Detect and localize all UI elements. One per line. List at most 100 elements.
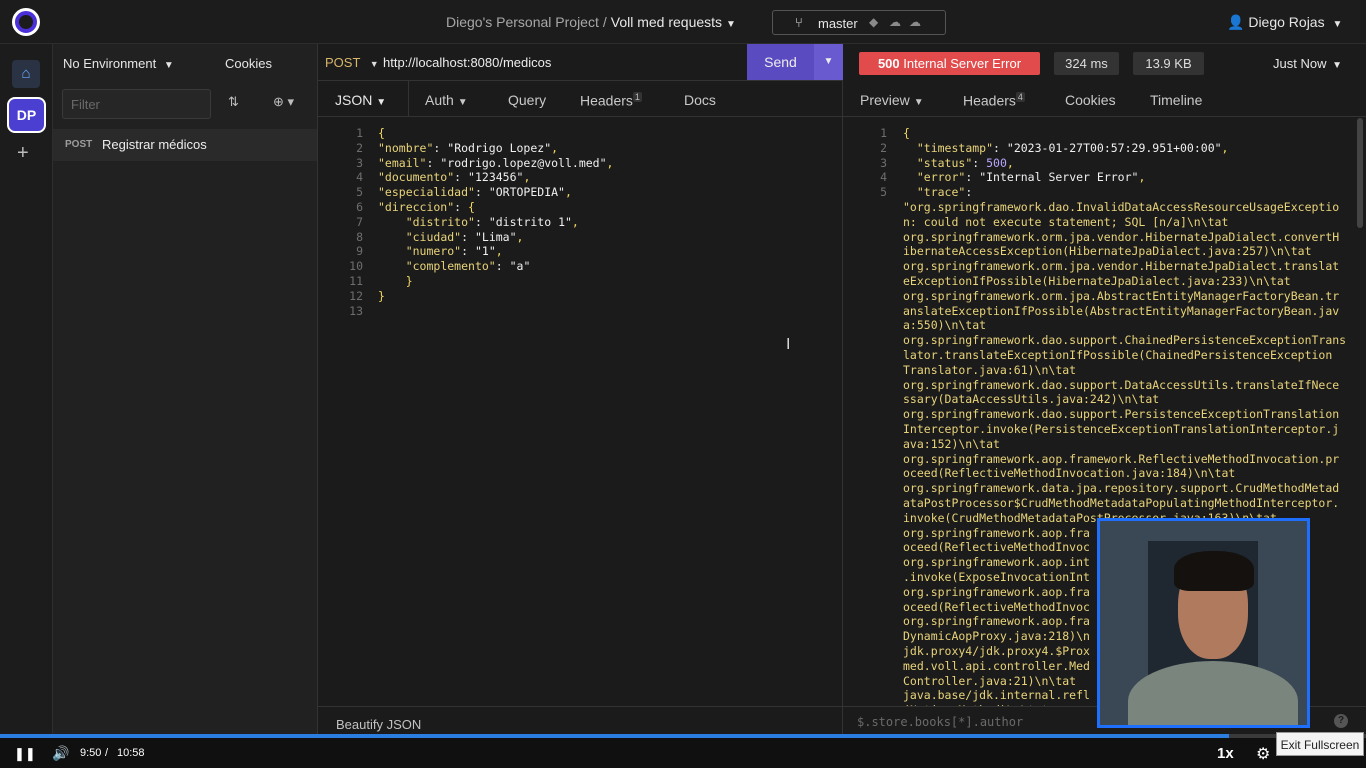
request-pane: POST ▼ http://localhost:8080/medicos Sen… (318, 44, 843, 734)
tab-headers[interactable]: Headers 1 (580, 92, 642, 109)
request-list-item[interactable]: POST Registrar médicos (53, 129, 317, 161)
request-body-editor[interactable]: 1 {2 "nombre": "Rodrigo Lopez", 3 "email": "… (318, 122, 843, 702)
code-line: { (903, 126, 910, 140)
code-line: "status": 500, (916, 155, 1014, 170)
cloud-push-icon[interactable]: ☁ (909, 15, 921, 29)
gear-icon[interactable]: ⚙ (1256, 744, 1270, 764)
user-menu[interactable]: 👤 Diego Rojas ▼ (1227, 14, 1342, 31)
code-line: org.springframework.aop.fra (903, 584, 1090, 599)
code-line: org.springframework.aop.framework.Reflec… (903, 451, 1340, 466)
tab-json[interactable]: JSON ▼ (335, 92, 386, 108)
line-number: 10 (349, 259, 363, 274)
home-icon[interactable]: ⌂ (12, 60, 40, 88)
line-number: 9 (356, 244, 363, 259)
code-line: ava:152)\n\tat (903, 436, 1000, 451)
chevron-down-icon[interactable]: ▼ (726, 19, 736, 30)
environment-label: No Environment (63, 56, 157, 71)
code-line: Controller.java:21)\n\tat (903, 673, 1077, 688)
send-button[interactable]: Send (747, 44, 814, 80)
response-headers-count-badge: 4 (1015, 92, 1025, 102)
code-line: "especialidad": "ORTOPEDIA", (378, 185, 572, 200)
tab-cookies[interactable]: Cookies (1065, 92, 1116, 108)
code-line: "org.springframework.dao.InvalidDataAcce… (903, 200, 1340, 214)
url-input[interactable]: http://localhost:8080/medicos (383, 55, 551, 70)
text-cursor-icon: I (786, 336, 791, 353)
tab-docs[interactable]: Docs (684, 92, 716, 108)
tab-timeline[interactable]: Timeline (1150, 92, 1202, 108)
help-icon[interactable]: ? (1334, 714, 1348, 728)
add-request-icon[interactable]: ⊕ ▾ (273, 94, 294, 110)
add-icon[interactable]: + (17, 142, 29, 165)
code-line: "numero": "1", (405, 244, 503, 259)
code-line: oceed(ReflectiveMethodInvocation.java:18… (903, 466, 1236, 481)
breadcrumb-collection[interactable]: Voll med requests (611, 14, 722, 30)
tab-response-headers[interactable]: Headers 4 (963, 92, 1025, 109)
code-line: org.springframework.orm.jpa.AbstractEnti… (903, 288, 1340, 303)
code-line: "complemento": "a" (405, 259, 531, 274)
line-number: 13 (349, 303, 363, 318)
code-line: "direccion": { (378, 200, 475, 214)
line-number: 1 (880, 126, 887, 140)
request-method: POST (65, 139, 93, 150)
line-number: 6 (356, 200, 363, 214)
code-line: "ciudad": "Lima", (405, 229, 524, 244)
breadcrumb-project[interactable]: Diego's Personal Project (446, 14, 599, 30)
code-line: "documento": "123456", (378, 170, 531, 185)
cookies-button[interactable]: Cookies (225, 56, 272, 71)
line-number: 7 (356, 214, 363, 229)
progress-track[interactable] (0, 734, 1366, 738)
beautify-json-button[interactable]: Beautify JSON (336, 717, 421, 732)
method-select[interactable]: POST ▼ (325, 55, 379, 70)
total-time: 10:58 (117, 747, 145, 759)
status-badge: 500 Internal Server Error (859, 52, 1040, 75)
code-line: org.springframework.data.jpa.repository.… (903, 481, 1340, 496)
pause-icon[interactable]: ❚❚ (14, 746, 36, 762)
app-logo-icon[interactable] (12, 8, 40, 36)
code-line: java.base/jdk.internal.refl (903, 688, 1090, 703)
line-number: 4 (880, 170, 887, 185)
code-line: org.springframework.dao.support.ChainedP… (903, 333, 1347, 348)
chevron-down-icon: ▼ (163, 60, 174, 71)
sidebar: No Environment ▼ Cookies ⇅ ⊕ ▾ POST Regi… (53, 44, 318, 734)
presenter-hair (1174, 551, 1254, 591)
workspace-avatar[interactable]: DP (7, 97, 46, 133)
tab-auth[interactable]: Auth ▼ (425, 92, 468, 108)
code-line: org.springframework.dao.support.DataAcce… (903, 377, 1340, 392)
line-number: 8 (356, 229, 363, 244)
code-line: { (378, 126, 385, 140)
response-time-badge: 324 ms (1054, 52, 1119, 75)
history-dropdown[interactable]: Just Now ▼ (1273, 56, 1342, 71)
cube-icon[interactable]: ◆ (869, 15, 878, 29)
line-number: 5 (356, 185, 363, 200)
line-number: 5 (880, 185, 887, 200)
tab-preview[interactable]: Preview ▼ (860, 92, 924, 108)
sort-icon[interactable]: ⇅ (228, 94, 239, 110)
environment-selector[interactable]: No Environment ▼ (63, 56, 174, 71)
request-tabs: JSON ▼ Auth ▼ Query Headers 1 Docs (318, 81, 843, 117)
git-branch-icon: ⑂ (795, 15, 803, 30)
send-options-chevron-icon[interactable]: ▼ (814, 44, 843, 80)
left-rail: ⌂ DP + (0, 44, 53, 734)
line-number: 3 (356, 155, 363, 170)
line-number: 2 (880, 140, 887, 155)
exit-fullscreen-tooltip[interactable]: Exit Fullscreen (1276, 732, 1364, 756)
code-line: .invoke(ExposeInvocationInt (903, 570, 1090, 584)
tab-query[interactable]: Query (508, 92, 546, 108)
jsonpath-filter-input[interactable] (857, 713, 1097, 731)
cloud-pull-icon[interactable]: ☁ (889, 15, 901, 29)
code-line: Translator.java:61)\n\tat (903, 362, 1077, 377)
code-line: "timestamp": "2023-01-27T00:57:29.951+00… (916, 140, 1229, 155)
playback-speed-button[interactable]: 1x (1217, 745, 1234, 762)
beautify-bar: Beautify JSON (318, 706, 843, 734)
code-line: lator.translateExceptionIfPossible(Chain… (903, 348, 1333, 362)
current-time: 9:50 (80, 747, 102, 759)
filter-input[interactable] (62, 89, 211, 119)
code-line: } (378, 288, 385, 303)
code-line: anslateExceptionIfPossible(AbstractEntit… (903, 303, 1340, 318)
line-number: 1 (356, 126, 363, 140)
breadcrumb: Diego's Personal Project / Voll med reques… (446, 14, 736, 30)
branch-selector[interactable]: ⑂ master ◆ ☁ ☁ (772, 10, 946, 35)
response-scrollbar[interactable] (1357, 118, 1363, 228)
code-line: org.springframework.aop.fra (903, 614, 1090, 629)
volume-icon[interactable]: 🔊 (52, 745, 69, 762)
